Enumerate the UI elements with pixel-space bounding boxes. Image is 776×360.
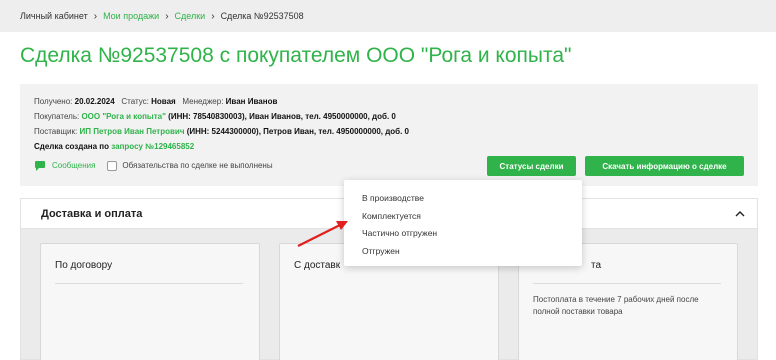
- created-label: Сделка создана по: [34, 142, 110, 151]
- status-dropdown-menu: В производстве Комплектуется Частично от…: [344, 180, 582, 266]
- manager-label: Менеджер:: [182, 97, 224, 106]
- status-option-in-production[interactable]: В производстве: [344, 190, 582, 208]
- manager-value: Иван Иванов: [225, 97, 278, 106]
- messages-link[interactable]: Сообщения: [52, 158, 95, 173]
- download-deal-info-button[interactable]: Скачать информацию о сделке: [585, 156, 744, 176]
- messages-row: Сообщения Обязательства по сделке не вып…: [34, 158, 273, 173]
- chevron-up-icon[interactable]: [735, 207, 745, 221]
- section-title: Доставка и оплата: [41, 207, 143, 220]
- obligation-label: Обязательства по сделке не выполнены: [122, 161, 273, 170]
- card-title: По договору: [55, 260, 113, 271]
- breadcrumb-current: Сделка №92537508: [220, 11, 304, 21]
- chevron-right-icon: ›: [211, 10, 215, 22]
- deal-meta-line: Получено: 20.02.2024 Статус: Новая Менед…: [34, 94, 744, 109]
- supplier-link[interactable]: ИП Петров Иван Петрович: [79, 127, 184, 136]
- obligation-checkbox[interactable]: [107, 160, 118, 171]
- buyer-line: Покупатель: ООО "Рога и копыта" (ИНН: 78…: [34, 109, 744, 124]
- request-link[interactable]: запросу №129465852: [111, 142, 194, 151]
- chat-icon[interactable]: [34, 160, 46, 172]
- received-label: Получено:: [34, 97, 73, 106]
- page-title: Сделка №92537508 с покупателем ООО "Рога…: [20, 44, 572, 67]
- deal-info-panel: Получено: 20.02.2024 Статус: Новая Менед…: [20, 84, 758, 186]
- buyer-details: (ИНН: 78540830003), Иван Иванов, тел. 49…: [168, 112, 396, 121]
- supplier-label: Поставщик:: [34, 127, 78, 136]
- created-line: Сделка создана по запросу №129465852: [34, 139, 744, 154]
- delivery-card-contract: По договору: [40, 243, 260, 360]
- buyer-link[interactable]: ООО "Рога и копыта": [81, 112, 165, 121]
- breadcrumb-personal-cabinet[interactable]: Личный кабинет: [20, 11, 88, 21]
- annotation-arrow-icon: [297, 221, 348, 247]
- breadcrumb-deals[interactable]: Сделки: [175, 11, 206, 21]
- breadcrumb-my-sales[interactable]: Мои продажи: [103, 11, 159, 21]
- card-description: Постоплата в течение 7 рабочих дней посл…: [533, 295, 699, 316]
- status-option-shipped[interactable]: Отгружен: [344, 243, 582, 261]
- divider: [55, 283, 243, 284]
- buyer-label: Покупатель:: [34, 112, 80, 121]
- supplier-details: (ИНН: 5244300000), Петров Иван, тел. 495…: [186, 127, 410, 136]
- status-option-partially-shipped[interactable]: Частично отгружен: [344, 225, 582, 243]
- received-value: 20.02.2024: [74, 97, 115, 106]
- status-option-picking[interactable]: Комплектуется: [344, 208, 582, 226]
- status-value: Новая: [151, 97, 176, 106]
- chevron-right-icon: ›: [165, 10, 169, 22]
- chevron-right-icon: ›: [93, 10, 98, 22]
- supplier-line: Поставщик: ИП Петров Иван Петрович (ИНН:…: [34, 124, 744, 139]
- breadcrumb: Личный кабинет › Мои продажи › Сделки › …: [0, 0, 776, 32]
- deal-statuses-button[interactable]: Статусы сделки: [487, 156, 576, 176]
- divider: [533, 283, 721, 284]
- status-label: Статус:: [121, 97, 149, 106]
